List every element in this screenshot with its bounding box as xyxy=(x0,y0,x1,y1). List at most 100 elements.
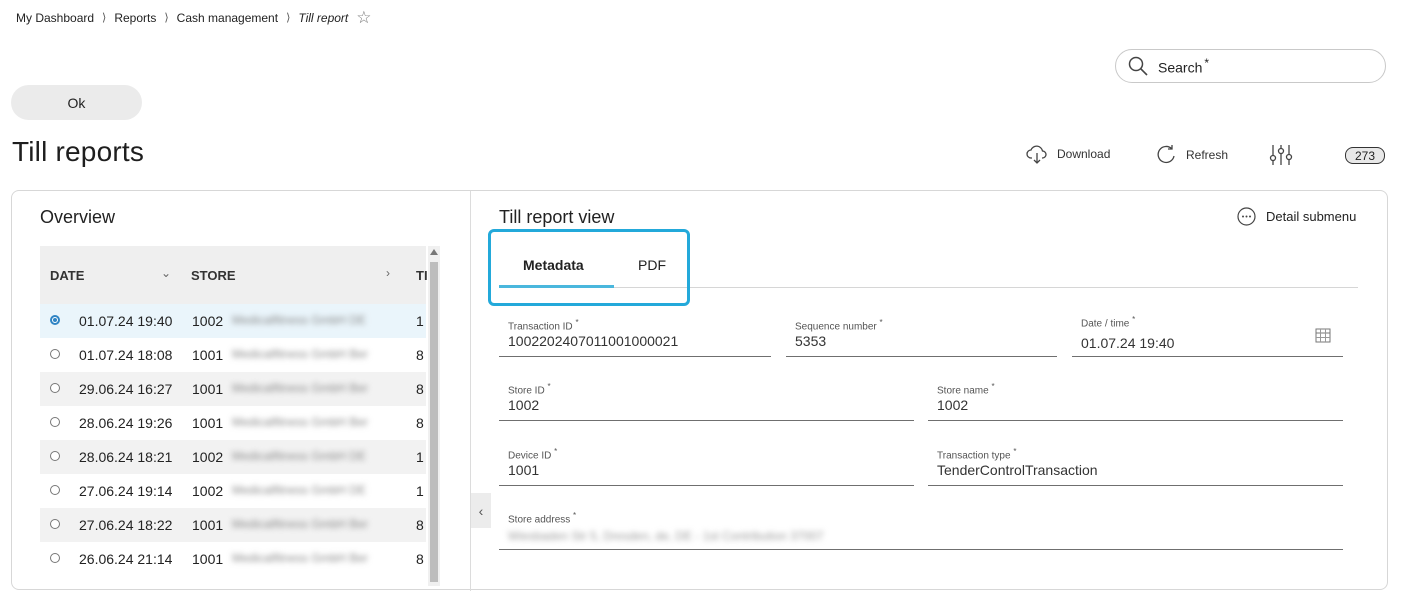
table-row[interactable]: 28.06.24 19:26 1001 Medicalfitness GmbH … xyxy=(40,406,426,440)
sequence-number-field[interactable]: Sequence number * 5353 xyxy=(786,318,1057,357)
search-input[interactable]: Search * xyxy=(1115,49,1386,83)
field-value: 5353 xyxy=(795,333,827,349)
field-label: Transaction type * xyxy=(937,447,1017,462)
tabs-highlight-box xyxy=(488,229,690,306)
field-value: 1002 xyxy=(508,397,540,413)
table-row[interactable]: 28.06.24 18:21 1002 Medicalfitness GmbH … xyxy=(40,440,426,474)
till-report-view-title: Till report view xyxy=(499,207,615,227)
column-header-extra[interactable]: TI xyxy=(416,268,428,283)
row-store: 1001 xyxy=(192,551,224,567)
row-extra: 8 xyxy=(416,551,424,567)
device-id-field[interactable]: Device ID * 1001 xyxy=(499,447,914,486)
row-store-name: Medicalfitness GmbH Ber xyxy=(232,415,369,429)
transaction-type-field[interactable]: Transaction type * TenderControlTransact… xyxy=(928,447,1343,486)
table-row[interactable]: 01.07.24 18:08 1001 Medicalfitness GmbH … xyxy=(40,338,426,372)
row-radio[interactable] xyxy=(50,519,60,529)
field-value: 1002202407011001000021 xyxy=(508,333,679,349)
field-value: Wiesbaden Str 5, Dresden, de, DE - 1st C… xyxy=(508,529,824,543)
calendar-icon[interactable] xyxy=(1315,327,1331,343)
overview-table: DATE ⌄ STORE › TI 01.07.24 19:40 1002 Me… xyxy=(40,246,440,586)
row-extra: 8 xyxy=(416,381,424,397)
breadcrumb-current: Till report xyxy=(298,10,349,25)
row-radio[interactable] xyxy=(50,451,60,461)
field-label: Device ID * xyxy=(508,447,558,462)
row-date: 27.06.24 18:22 xyxy=(79,517,173,533)
table-row[interactable]: 27.06.24 19:14 1002 Medicalfitness GmbH … xyxy=(40,474,426,508)
row-radio[interactable] xyxy=(50,383,60,393)
field-label: Store ID * xyxy=(508,382,551,397)
field-value: TenderControlTransaction xyxy=(937,462,1098,478)
transaction-id-field[interactable]: Transaction ID * 1002202407011001000021 xyxy=(499,318,771,357)
row-date: 01.07.24 18:08 xyxy=(79,347,173,363)
table-row[interactable]: 26.06.24 21:14 1001 Medicalfitness GmbH … xyxy=(40,542,426,576)
chevron-left-icon: ‹ xyxy=(478,502,484,519)
field-value: 1001 xyxy=(508,462,540,478)
refresh-button[interactable]: Refresh xyxy=(1155,144,1228,166)
row-extra: 1 xyxy=(416,313,424,329)
row-store-name: Medicalfitness GmbH DE xyxy=(232,449,367,463)
table-scrollbar-thumb[interactable] xyxy=(430,262,438,582)
breadcrumb: My Dashboard ⟩ Reports ⟩ Cash management… xyxy=(16,9,372,26)
table-row[interactable]: 01.07.24 19:40 1002 Medicalfitness GmbH … xyxy=(40,304,426,338)
column-header-date[interactable]: DATE xyxy=(50,268,84,283)
store-name-field[interactable]: Store name * 1002 xyxy=(928,382,1343,421)
row-store: 1001 xyxy=(192,381,224,397)
row-date: 26.06.24 21:14 xyxy=(79,551,173,567)
scroll-up-arrow-icon[interactable] xyxy=(430,249,438,255)
breadcrumb-item-cash-management[interactable]: Cash management xyxy=(177,11,278,25)
row-store: 1002 xyxy=(192,449,224,465)
collapse-panel-button[interactable]: ‹ xyxy=(471,493,491,528)
table-row[interactable]: 29.06.24 16:27 1001 Medicalfitness GmbH … xyxy=(40,372,426,406)
row-store: 1002 xyxy=(192,313,224,329)
detail-submenu-label: Detail submenu xyxy=(1266,209,1357,224)
row-store: 1001 xyxy=(192,517,224,533)
ok-button[interactable]: Ok xyxy=(11,85,142,120)
row-radio[interactable] xyxy=(50,417,60,427)
field-label: Store name * xyxy=(937,382,995,397)
search-icon xyxy=(1128,56,1148,76)
breadcrumb-item-reports[interactable]: Reports xyxy=(114,11,156,25)
row-extra: 1 xyxy=(416,483,424,499)
row-store-name: Medicalfitness GmbH Ber xyxy=(232,381,369,395)
row-extra: 8 xyxy=(416,347,424,363)
refresh-label: Refresh xyxy=(1186,148,1229,162)
table-row[interactable]: 27.06.24 18:22 1001 Medicalfitness GmbH … xyxy=(40,508,426,542)
row-extra: 8 xyxy=(416,415,424,431)
row-radio-selected[interactable] xyxy=(50,315,60,325)
column-header-store[interactable]: STORE xyxy=(191,268,236,283)
detail-submenu-button[interactable]: Detail submenu xyxy=(1237,207,1356,226)
download-label: Download xyxy=(1057,147,1111,161)
breadcrumb-item-dashboard[interactable]: My Dashboard xyxy=(16,11,94,25)
panel-divider xyxy=(470,191,471,591)
favorite-star-icon[interactable]: ☆ xyxy=(356,9,371,26)
breadcrumb-separator: ⟩ xyxy=(164,12,169,24)
field-label: Sequence number * xyxy=(795,318,883,333)
row-store-name: Medicalfitness GmbH Ber xyxy=(232,347,369,361)
filter-settings-button[interactable] xyxy=(1269,143,1302,167)
row-store: 1001 xyxy=(192,347,224,363)
row-date: 27.06.24 19:14 xyxy=(79,483,173,499)
table-header: DATE ⌄ STORE › TI xyxy=(40,246,428,304)
row-radio[interactable] xyxy=(50,485,60,495)
download-button[interactable]: Download xyxy=(1026,144,1110,164)
column-chevron-right-icon[interactable]: › xyxy=(386,266,390,280)
row-radio[interactable] xyxy=(50,349,60,359)
breadcrumb-separator: ⟩ xyxy=(286,12,291,24)
row-radio[interactable] xyxy=(50,553,60,563)
row-extra: 8 xyxy=(416,517,424,533)
overview-title: Overview xyxy=(40,207,116,227)
search-placeholder: Search * xyxy=(1158,56,1210,76)
breadcrumb-separator: ⟩ xyxy=(102,12,107,24)
row-extra: 1 xyxy=(416,449,424,465)
row-date: 28.06.24 18:21 xyxy=(79,449,173,465)
row-date: 28.06.24 19:26 xyxy=(79,415,173,431)
row-store: 1002 xyxy=(192,483,224,499)
sort-chevron-down-icon[interactable]: ⌄ xyxy=(161,266,171,280)
store-address-field[interactable]: Store address * Wiesbaden Str 5, Dresden… xyxy=(499,511,1343,550)
row-date: 01.07.24 19:40 xyxy=(79,313,173,329)
record-count-badge: 273 xyxy=(1345,147,1385,164)
date-time-field[interactable]: Date / time * 01.07.24 19:40 xyxy=(1072,315,1343,357)
sliders-icon xyxy=(1269,145,1293,165)
store-id-field[interactable]: Store ID * 1002 xyxy=(499,382,914,421)
field-value: 1002 xyxy=(937,397,969,413)
